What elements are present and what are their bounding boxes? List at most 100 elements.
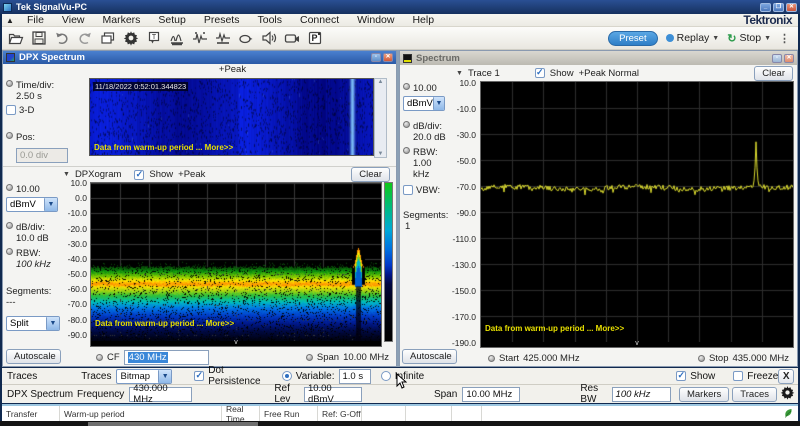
- db-div-value[interactable]: 20.0 dB: [413, 132, 446, 143]
- split-select[interactable]: Split▼: [6, 316, 60, 331]
- menu-tools[interactable]: Tools: [248, 14, 291, 26]
- dpx-close-button[interactable]: ✕: [383, 53, 393, 62]
- dot-persistence-checkbox[interactable]: [194, 371, 204, 381]
- close-settings-button[interactable]: X: [778, 369, 794, 384]
- spinner-icon[interactable]: [698, 355, 705, 362]
- res-bw-input[interactable]: 100 kHz: [612, 387, 671, 402]
- minimize-window-button[interactable]: _: [760, 3, 771, 12]
- menu-connect[interactable]: Connect: [291, 14, 348, 26]
- spinner-icon[interactable]: [403, 83, 410, 90]
- undo-icon[interactable]: [52, 29, 72, 48]
- marker-tag-icon[interactable]: T: [144, 29, 164, 48]
- spinner-icon[interactable]: [403, 121, 410, 128]
- spectrum-clear-button[interactable]: Clear: [754, 66, 793, 81]
- spinner-icon[interactable]: [6, 222, 13, 229]
- open-folder-icon[interactable]: [6, 29, 26, 48]
- close-window-button[interactable]: ✕: [786, 3, 797, 12]
- pulse-measure-icon[interactable]: [190, 29, 210, 48]
- trace-collapse-icon[interactable]: ▼: [456, 70, 463, 77]
- dpxogram-clear-button[interactable]: Clear: [351, 167, 390, 182]
- dpxogram-units-select[interactable]: dBmV▼: [6, 197, 58, 212]
- spectrogram-scrollbar[interactable]: ▲ ▼: [374, 78, 387, 158]
- three-d-checkbox[interactable]: [6, 105, 16, 115]
- replay-dropdown[interactable]: Replay ▼: [666, 32, 720, 44]
- eject-icon[interactable]: ▲: [2, 16, 18, 25]
- warmup-message-link[interactable]: Data from warm-up period ... More>>: [95, 319, 234, 328]
- dpxogram-show-checkbox[interactable]: [134, 170, 144, 180]
- spinner-icon[interactable]: [6, 184, 13, 191]
- window-bottom-edge: [0, 421, 800, 426]
- dpxogram-autoscale-button[interactable]: Autoscale: [6, 349, 61, 364]
- time-div-value[interactable]: 2.50 s: [16, 91, 42, 102]
- spectrum-ref-level[interactable]: 10.00: [413, 83, 437, 94]
- spectrum-panel-titlebar[interactable]: Spectrum ▫ ✕: [400, 51, 797, 65]
- stop-dropdown[interactable]: ↻ Stop ▼: [727, 32, 771, 45]
- menu-markers[interactable]: Markers: [94, 14, 150, 26]
- settings-gear-icon[interactable]: [121, 29, 141, 48]
- scroll-up-icon[interactable]: ▲: [378, 79, 384, 85]
- variable-time-input[interactable]: 1.0 s: [339, 369, 371, 384]
- dpxogram-plot[interactable]: Data from warm-up period ... More>> v: [90, 182, 382, 347]
- spinner-icon[interactable]: [306, 354, 313, 361]
- start-value[interactable]: 425.000 MHz: [523, 353, 580, 364]
- preset-button[interactable]: Preset: [608, 31, 657, 46]
- spinner-icon[interactable]: [6, 132, 13, 139]
- spinner-icon[interactable]: [403, 147, 410, 154]
- frequency-input[interactable]: 430.000 MHz: [129, 387, 192, 402]
- pos-input[interactable]: 0.0 div: [16, 148, 68, 163]
- more-options-icon[interactable]: ⋮: [779, 32, 790, 45]
- spectrum-minimize-button[interactable]: ▫: [772, 54, 782, 63]
- menu-view[interactable]: View: [53, 14, 94, 26]
- span-input[interactable]: 10.00 MHz: [462, 387, 520, 402]
- dpx-spectrogram-plot[interactable]: 11/18/2022 0:52:01.344823 Data from warm…: [89, 78, 374, 156]
- span-value[interactable]: 10.00 MHz: [343, 352, 389, 363]
- variable-radio[interactable]: [282, 371, 292, 381]
- scroll-down-icon[interactable]: ▼: [378, 151, 384, 157]
- audio-icon[interactable]: [259, 29, 279, 48]
- menu-presets[interactable]: Presets: [195, 14, 249, 26]
- stop-value[interactable]: 435.000 MHz: [732, 353, 789, 364]
- spinner-icon[interactable]: [488, 355, 495, 362]
- rbw-value[interactable]: 1.00 kHz: [413, 158, 432, 180]
- vbw-checkbox[interactable]: [403, 185, 413, 195]
- warmup-message-link[interactable]: Data from warm-up period ... More>>: [94, 143, 233, 152]
- menu-help[interactable]: Help: [403, 14, 443, 26]
- traces-button[interactable]: Traces: [732, 387, 777, 402]
- ref-lev-input[interactable]: 10.00 dBmV: [304, 387, 362, 402]
- warmup-message-link[interactable]: Data from warm-up period ... More>>: [485, 324, 624, 333]
- freeze-checkbox[interactable]: [733, 371, 743, 381]
- cf-input[interactable]: 430 MHz: [124, 350, 209, 365]
- user-preset-icon[interactable]: P: [305, 29, 325, 48]
- dpx-display-icon[interactable]: [167, 29, 187, 48]
- spinner-icon[interactable]: [6, 248, 13, 255]
- menu-window[interactable]: Window: [348, 14, 403, 26]
- menu-file[interactable]: File: [18, 14, 53, 26]
- dpx-panel-titlebar[interactable]: DPX Spectrum ▫ ✕: [3, 51, 396, 64]
- show-checkbox[interactable]: [676, 371, 686, 381]
- trace-show-checkbox[interactable]: [535, 68, 545, 78]
- spectrum-plot[interactable]: Data from warm-up period ... More>> v: [480, 81, 794, 348]
- dpxogram-collapse-icon[interactable]: ▼: [63, 171, 70, 178]
- infinite-radio[interactable]: [381, 371, 391, 381]
- restore-window-button[interactable]: ❐: [773, 3, 784, 12]
- touch-icon[interactable]: [236, 29, 256, 48]
- chevron-down-icon: ▼: [46, 317, 59, 330]
- spectrum-close-button[interactable]: ✕: [784, 54, 794, 63]
- trace-type-select[interactable]: Bitmap▼: [116, 369, 172, 384]
- menu-setup[interactable]: Setup: [149, 14, 194, 26]
- rbw-value[interactable]: 100 kHz: [16, 259, 51, 270]
- spinner-icon[interactable]: [96, 354, 103, 361]
- spectrum-units-select[interactable]: dBmV▼: [403, 96, 445, 111]
- settings-gear-icon[interactable]: [780, 385, 795, 403]
- markers-button[interactable]: Markers: [679, 387, 729, 402]
- dpxogram-sidebar: 10.00 dBmV▼ dB/div: 10.0 dB RBW: 100 kHz…: [3, 182, 63, 366]
- camera-icon[interactable]: [282, 29, 302, 48]
- dpx-minimize-button[interactable]: ▫: [371, 53, 381, 62]
- save-icon[interactable]: [29, 29, 49, 48]
- time-overview-icon[interactable]: [213, 29, 233, 48]
- displays-icon[interactable]: [98, 29, 118, 48]
- dpxogram-ref-level[interactable]: 10.00: [16, 184, 40, 195]
- db-div-value[interactable]: 10.0 dB: [16, 233, 49, 244]
- spinner-icon[interactable]: [6, 80, 13, 87]
- redo-icon[interactable]: [75, 29, 95, 48]
